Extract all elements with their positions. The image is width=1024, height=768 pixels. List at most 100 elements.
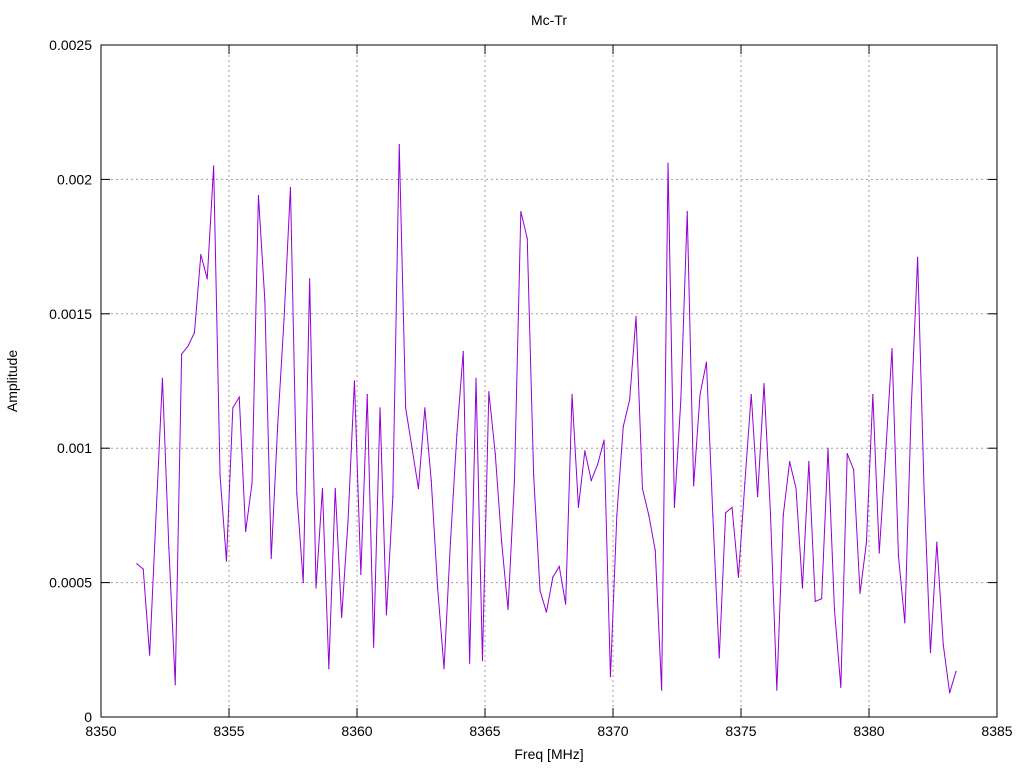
data-point (648, 514, 650, 517)
data-point (181, 353, 183, 355)
data-point (705, 361, 708, 363)
x-tick-label: 8375 (725, 723, 756, 739)
data-point (379, 407, 381, 409)
data-point (577, 506, 580, 508)
data-point (654, 549, 656, 551)
data-point (149, 654, 151, 656)
x-axis-label: Freq [MHz] (514, 746, 583, 762)
data-point (942, 643, 944, 646)
data-point (769, 512, 772, 514)
data-point (853, 469, 855, 471)
data-point (552, 576, 554, 578)
data-point (392, 495, 394, 498)
data-point (872, 393, 874, 396)
data-point (699, 393, 701, 396)
data-point (801, 587, 804, 589)
data-point (757, 495, 759, 498)
y-tick-label: 0 (84, 709, 92, 725)
data-point (641, 487, 644, 490)
data-point (193, 332, 196, 334)
y-tick-label: 0.0025 (49, 37, 92, 53)
data-point (219, 474, 221, 476)
data-point (603, 439, 605, 441)
chart: 8350 8355 8360 8365 8370 8375 8380 8385 0 0.0005… (4, 12, 1013, 762)
x-tick-label: 8355 (213, 723, 244, 739)
data-point (488, 391, 490, 393)
data-point (328, 668, 330, 670)
data-point (846, 452, 848, 455)
data-point (398, 143, 400, 146)
data-point (833, 608, 836, 611)
data-point (501, 541, 503, 543)
data-point (686, 211, 688, 213)
data-point (270, 557, 272, 560)
data-point (296, 493, 298, 495)
data-point (251, 482, 253, 484)
data-point (187, 345, 189, 347)
data-point (213, 165, 215, 167)
data-point (520, 211, 522, 213)
data-point (302, 582, 304, 584)
data-point (795, 487, 797, 490)
data-point (917, 256, 919, 258)
data-point (136, 563, 138, 565)
data-point (174, 684, 176, 686)
data-point (232, 407, 234, 409)
data-point (565, 603, 567, 605)
data-point (469, 662, 471, 664)
data-point (571, 393, 573, 396)
data-point (366, 393, 368, 396)
data-point (289, 186, 292, 189)
data-point (443, 668, 445, 670)
data-point (680, 399, 682, 401)
data-point (545, 611, 548, 613)
data-point (257, 194, 260, 197)
data-point (417, 487, 420, 490)
data-point (725, 512, 727, 514)
data-point (206, 278, 208, 280)
grid-lines (101, 45, 997, 717)
data-point (673, 506, 676, 508)
data-point (616, 514, 618, 517)
data-point (750, 393, 752, 396)
data-point (283, 318, 285, 320)
x-tick-label: 8350 (85, 723, 116, 739)
data-point (161, 377, 164, 379)
data-point (635, 315, 637, 318)
data-point (360, 573, 362, 576)
data-point (827, 447, 829, 449)
data-point (744, 482, 746, 484)
y-tick-labels: 0 0.0005 0.001 0.0015 0.002 0.0025 (49, 37, 92, 725)
data-point (814, 600, 816, 603)
data-point (629, 399, 631, 401)
data-point (776, 689, 778, 691)
data-point (475, 377, 477, 379)
data-point (155, 514, 157, 517)
data-point (763, 383, 765, 385)
data-point (430, 479, 432, 482)
data-point (539, 590, 541, 592)
data-point (142, 568, 144, 570)
data-point (955, 670, 957, 672)
data-point (782, 514, 784, 517)
plot-frame (100, 44, 998, 718)
data-point (168, 547, 170, 549)
data-point (225, 560, 228, 562)
data-point (494, 452, 496, 455)
data-point (309, 278, 311, 280)
data-point (347, 520, 349, 522)
data-point (462, 350, 464, 353)
data-point (936, 541, 938, 543)
data-point (200, 254, 202, 256)
data-point (885, 452, 887, 455)
data-point (558, 565, 560, 568)
data-point (507, 608, 509, 611)
data-point (910, 407, 912, 409)
data-point (264, 299, 266, 301)
axis-ticks (100, 44, 998, 718)
data-point (667, 162, 669, 164)
data-point (584, 450, 586, 452)
series-line (136, 144, 957, 693)
data-point (321, 487, 324, 490)
x-tick-label: 8365 (469, 723, 500, 739)
